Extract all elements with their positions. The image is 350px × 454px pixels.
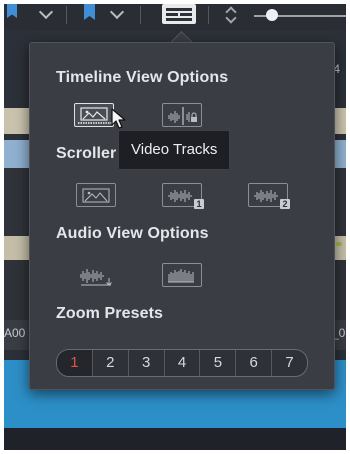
badge-2: 2 [280, 199, 290, 209]
marker-dot [336, 242, 342, 246]
section-title-audio-view-options: Audio View Options [56, 225, 209, 242]
video-tracks-icon[interactable] [74, 103, 114, 127]
timeline-window: :4 A00 _01 Timeline View Options [4, 4, 346, 450]
zoom-preset-5-button[interactable]: 5 [199, 350, 235, 376]
section-title-scroller: Scroller [56, 145, 117, 162]
zoom-preset-6-button[interactable]: 6 [235, 350, 271, 376]
toolbar-separator [208, 6, 209, 24]
zoom-preset-4-button[interactable]: 4 [163, 350, 200, 376]
section-title-timeline-view-options: Timeline View Options [56, 69, 229, 86]
timeline-view-options-popover: Timeline View Options Scroller 1 2 Audio… [29, 42, 335, 390]
section-title-zoom-presets: Zoom Presets [56, 305, 164, 322]
mouse-cursor-icon [111, 108, 126, 129]
zoom-preset-3-button[interactable]: 3 [127, 350, 164, 376]
toolbar-separator [140, 6, 141, 24]
timeline-footer [4, 428, 346, 450]
timeline-view-options-button[interactable] [162, 4, 196, 24]
zoom-presets-segmented-control: 1 2 3 4 5 6 7 [56, 349, 308, 377]
audio-waveform-full-icon[interactable] [162, 263, 202, 287]
audio-waveform-down-icon[interactable] [76, 263, 116, 287]
scroller-waveform-1-icon[interactable]: 1 [162, 183, 204, 209]
toolbar-separator [66, 6, 67, 24]
scroller-waveform-2-icon[interactable]: 2 [248, 183, 290, 209]
scroller-image-icon[interactable] [76, 183, 116, 207]
audio-waveform-lock-icon[interactable] [162, 103, 202, 127]
timecode-fragment: A00 [4, 326, 26, 340]
zoom-slider-handle[interactable] [266, 9, 278, 21]
zoom-preset-7-button[interactable]: 7 [271, 350, 307, 376]
badge-1: 1 [194, 199, 204, 209]
expand-collapse-icon[interactable] [226, 6, 236, 24]
video-tracks-tooltip: Video Tracks [118, 130, 231, 170]
zoom-preset-2-button[interactable]: 2 [91, 350, 128, 376]
zoom-preset-1-button[interactable]: 1 [57, 350, 92, 376]
